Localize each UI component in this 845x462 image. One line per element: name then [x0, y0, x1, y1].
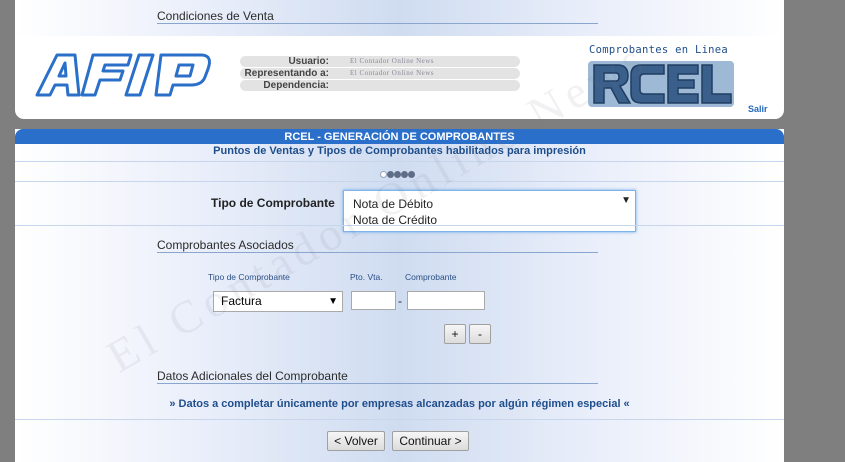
usuario-value: El Contador Online News — [350, 57, 435, 65]
datos-adicionales-title: Datos Adicionales del Comprobante — [157, 369, 348, 383]
step-dot-5 — [408, 171, 415, 178]
tipo-divider — [15, 225, 784, 226]
col-pto-label: Pto. Vta. — [350, 272, 383, 282]
app-header: Usuario: El Contador Online News Represe… — [15, 36, 784, 119]
panel-subtitle: Puntos de Ventas y Tipos de Comprobantes… — [213, 145, 586, 157]
back-button[interactable]: < Volver — [327, 431, 385, 451]
steps-divider — [15, 181, 784, 182]
afip-logo — [35, 53, 211, 97]
dependencia-row: Dependencia: — [240, 80, 520, 91]
chevron-down-icon[interactable]: ▼ — [621, 195, 631, 206]
condiciones-venta-strip: Condiciones de Venta — [15, 0, 784, 36]
comprobante-input[interactable] — [407, 291, 485, 310]
continue-button[interactable]: Continuar > — [392, 431, 469, 451]
page-background — [784, 36, 845, 462]
logout-link[interactable]: Salir — [748, 104, 768, 114]
representando-label: Representando a: — [244, 68, 329, 79]
dependencia-label: Dependencia: — [263, 80, 329, 91]
pto-vta-input[interactable] — [351, 291, 396, 310]
chevron-down-icon[interactable]: ▼ — [328, 292, 338, 311]
step-indicator — [380, 165, 415, 178]
asociado-tipo-value: Factura — [221, 294, 262, 308]
datos-adicionales-note: » Datos a completar únicamente por empre… — [169, 398, 630, 410]
usuario-label: Usuario: — [288, 56, 329, 67]
step-dot-4 — [401, 171, 408, 178]
note-divider — [15, 419, 784, 420]
option-nota-debito[interactable]: Nota de Débito — [353, 197, 433, 211]
main-panel: RCEL - GENERACIÓN DE COMPROBANTES Puntos… — [15, 129, 784, 462]
datos-adicionales-line — [157, 383, 598, 384]
col-tipo-label: Tipo de Comprobante — [208, 272, 290, 282]
rcel-logo — [588, 61, 734, 107]
asociado-tipo-select[interactable]: Factura ▼ — [213, 291, 343, 312]
subtitle-divider — [15, 161, 784, 162]
step-dot-1 — [380, 171, 387, 178]
step-dot-3 — [394, 171, 401, 178]
representando-value: El Contador Online News — [350, 69, 435, 77]
step-dot-2 — [387, 171, 394, 178]
add-asociado-button[interactable]: + — [444, 324, 466, 344]
representando-row: Representando a: El Contador Online News — [240, 68, 520, 79]
asociados-title: Comprobantes Asociados — [157, 238, 294, 252]
pto-comprobante-separator: - — [398, 294, 402, 308]
section-divider — [157, 23, 598, 24]
rcel-caption: Comprobantes en Linea — [589, 44, 729, 56]
usuario-row: Usuario: El Contador Online News — [240, 56, 520, 67]
col-comprobante-label: Comprobante — [405, 272, 457, 282]
condiciones-venta-title: Condiciones de Venta — [157, 9, 274, 23]
remove-asociado-button[interactable]: - — [469, 324, 491, 344]
asociados-line — [157, 252, 598, 253]
panel-title: RCEL - GENERACIÓN DE COMPROBANTES — [15, 129, 784, 144]
tipo-comprobante-label: Tipo de Comprobante — [211, 196, 335, 210]
